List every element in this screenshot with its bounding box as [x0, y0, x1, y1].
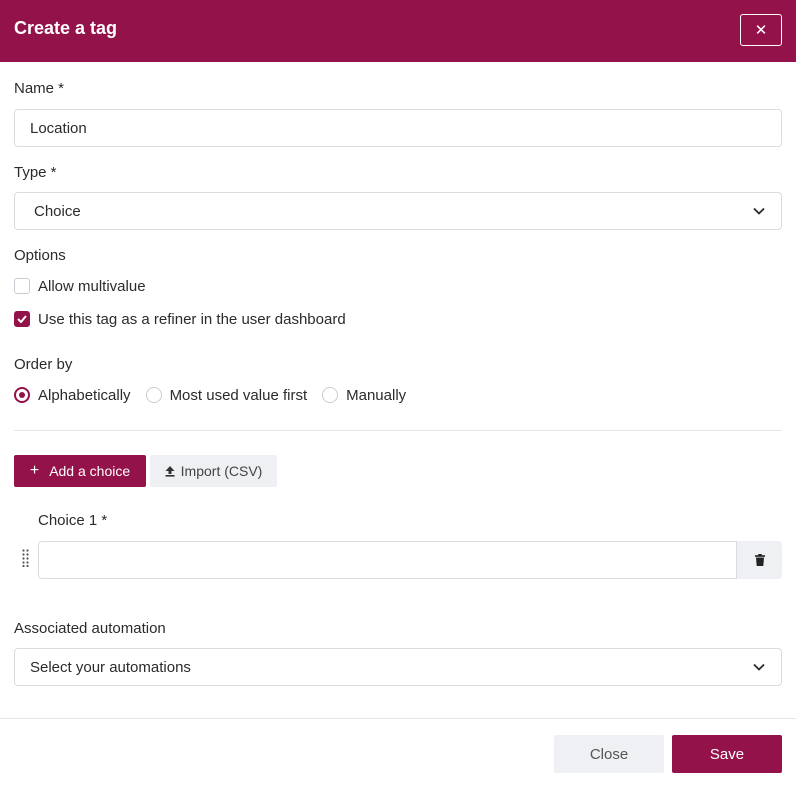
- choice-1-label: Choice 1 *: [38, 512, 108, 529]
- upload-icon: [165, 465, 175, 477]
- trash-icon: [754, 554, 765, 566]
- checkmark-icon: [17, 315, 27, 323]
- import-csv-button[interactable]: Import (CSV): [150, 455, 277, 487]
- save-button-label: Save: [709, 745, 745, 763]
- order-by-label: Order by: [14, 356, 73, 373]
- order-alphabetically-option[interactable]: Alphabetically: [14, 387, 131, 404]
- allow-multivalue-label: Allow multivalue: [38, 277, 146, 295]
- modal-title: Create a tag: [14, 18, 118, 38]
- name-input[interactable]: Location: [14, 109, 782, 147]
- options-label: Options: [14, 247, 66, 264]
- close-icon: ✕: [754, 22, 768, 39]
- use-as-refiner-option[interactable]: Use this tag as a refiner in the user da…: [14, 309, 346, 329]
- close-button-label: Close: [589, 745, 629, 763]
- type-label: Type *: [14, 164, 57, 181]
- allow-multivalue-option[interactable]: Allow multivalue: [14, 276, 146, 296]
- type-select-value: Choice: [34, 202, 81, 220]
- order-manually-option[interactable]: Manually: [322, 387, 406, 404]
- section-divider: [14, 430, 782, 431]
- footer-divider: [0, 718, 796, 719]
- order-manually-radio[interactable]: [322, 387, 339, 403]
- order-most-used-option[interactable]: Most used value first: [145, 386, 308, 404]
- chevron-down-icon: [752, 204, 766, 218]
- name-input-value: Location: [30, 119, 87, 137]
- close-button[interactable]: Close: [554, 735, 664, 773]
- automation-label: Associated automation: [14, 620, 166, 637]
- automation-select-placeholder: Select your automations: [30, 658, 191, 676]
- delete-choice-button[interactable]: [737, 541, 782, 579]
- type-select[interactable]: Choice: [14, 192, 782, 230]
- allow-multivalue-checkbox[interactable]: [14, 278, 30, 294]
- automation-select[interactable]: Select your automations: [14, 648, 782, 686]
- modal-header: Create a tag ✕: [0, 0, 796, 62]
- order-by-radio-group: Alphabetically Most used value first Man…: [14, 385, 421, 405]
- plus-icon: +: [29, 462, 40, 479]
- import-csv-label: Import (CSV): [180, 463, 263, 479]
- save-button[interactable]: Save: [672, 735, 782, 773]
- chevron-down-icon: [752, 660, 766, 674]
- choice-1-input[interactable]: [38, 541, 737, 579]
- close-modal-button[interactable]: ✕: [740, 14, 782, 46]
- order-most-used-radio[interactable]: [145, 387, 162, 403]
- order-manually-label: Manually: [346, 386, 407, 404]
- add-choice-button[interactable]: + Add a choice: [14, 455, 146, 487]
- order-alphabetically-radio[interactable]: [14, 387, 30, 403]
- drag-handle-icon[interactable]: [22, 549, 30, 568]
- use-as-refiner-checkbox[interactable]: [14, 311, 30, 327]
- order-most-used-label: Most used value first: [169, 386, 308, 404]
- name-label: Name *: [14, 80, 65, 97]
- use-as-refiner-label: Use this tag as a refiner in the user da…: [38, 310, 346, 328]
- order-alphabetically-label: Alphabetically: [38, 386, 131, 404]
- add-choice-label: Add a choice: [49, 463, 131, 479]
